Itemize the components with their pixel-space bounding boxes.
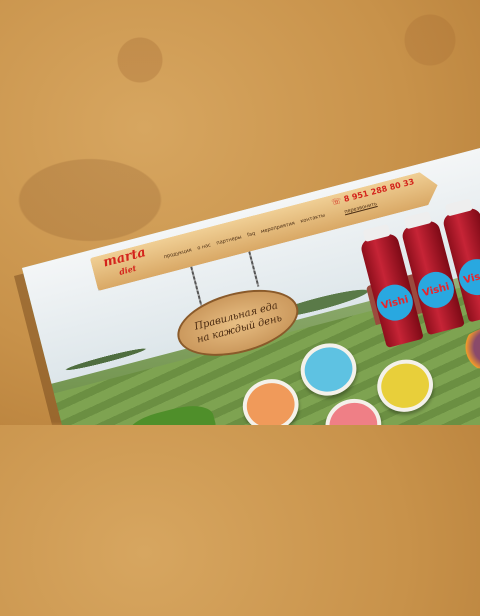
nav-item-events[interactable]: мероприятия bbox=[260, 220, 295, 235]
nav-item-products[interactable]: продукция bbox=[163, 247, 192, 260]
nav-item-faq[interactable]: faq bbox=[247, 231, 256, 239]
callback-link[interactable]: перезвонить bbox=[344, 201, 378, 215]
nav-item-contacts[interactable]: контакты bbox=[300, 213, 326, 225]
nav-item-partners[interactable]: партнеры bbox=[216, 234, 243, 246]
nav-item-about[interactable]: о нас bbox=[197, 242, 212, 251]
